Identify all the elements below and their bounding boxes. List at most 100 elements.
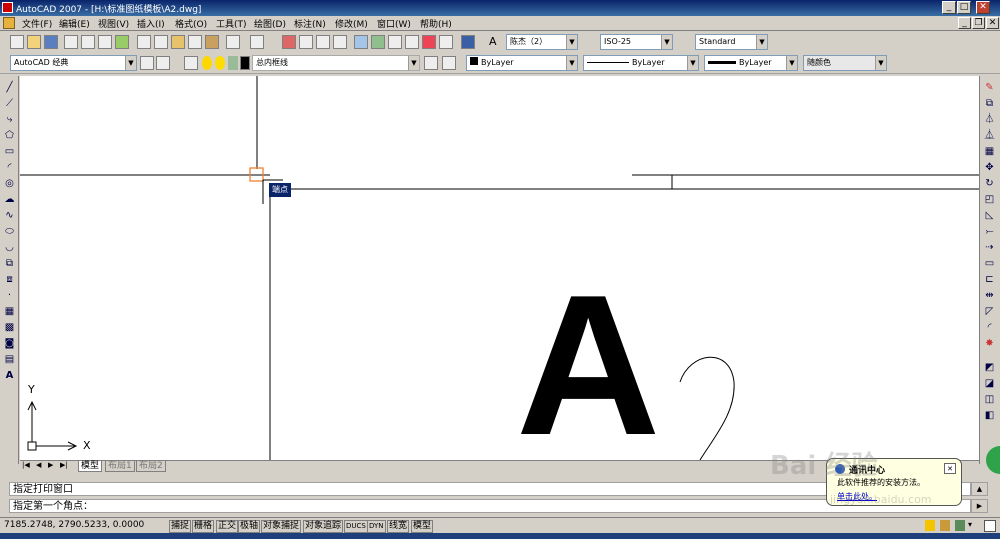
plot-preview-icon[interactable] xyxy=(81,35,95,49)
close-button[interactable]: ✕ xyxy=(976,1,990,14)
menu-insert[interactable]: 插入(I) xyxy=(137,17,165,30)
maximize-button[interactable]: □ xyxy=(957,1,971,14)
layer-previous-icon[interactable] xyxy=(442,56,456,70)
plot-icon[interactable] xyxy=(64,35,78,49)
help-icon[interactable] xyxy=(461,35,475,49)
drawing-canvas[interactable]: 端点 A Y X xyxy=(20,76,979,460)
scale-icon[interactable]: ◰ xyxy=(983,193,996,206)
doc-restore-button[interactable]: ❐ xyxy=(972,17,985,29)
doc-close-button[interactable]: ✕ xyxy=(986,17,999,29)
zoom-window-icon[interactable] xyxy=(316,35,330,49)
ducs-toggle[interactable]: DUCS xyxy=(344,520,368,533)
new-icon[interactable] xyxy=(10,35,24,49)
stretch-icon[interactable]: ◺ xyxy=(983,209,996,222)
table-style-dropdown[interactable]: Standard ▼ xyxy=(695,34,768,50)
make-current-layer-icon[interactable] xyxy=(424,56,438,70)
extend-icon[interactable]: ⇢ xyxy=(983,241,996,254)
menu-view[interactable]: 视图(V) xyxy=(98,17,129,30)
plotstyle-dropdown[interactable]: 随颜色 ▼ xyxy=(803,55,887,71)
document-icon[interactable] xyxy=(3,17,15,29)
otrack-toggle[interactable]: 对象追踪 xyxy=(303,520,344,533)
gradient-icon[interactable]: ▩ xyxy=(3,321,16,334)
status-menu-arrow-icon[interactable]: ▾ xyxy=(968,520,976,531)
match-properties-icon[interactable] xyxy=(188,35,202,49)
insert-block-icon[interactable]: ⧉ xyxy=(3,257,16,270)
text-style-icon[interactable]: A xyxy=(489,35,503,49)
paste-icon[interactable] xyxy=(171,35,185,49)
tab-nav-first[interactable]: |◀ xyxy=(22,461,30,469)
clean-screen-icon[interactable] xyxy=(984,520,996,532)
move-icon[interactable]: ✥ xyxy=(983,161,996,174)
menu-format[interactable]: 格式(O) xyxy=(175,17,207,30)
redo-icon[interactable] xyxy=(250,35,264,49)
menu-tools[interactable]: 工具(T) xyxy=(216,17,247,30)
rotate-icon[interactable]: ↻ xyxy=(983,177,996,190)
cut-icon[interactable] xyxy=(137,35,151,49)
layer-dropdown[interactable]: 总内框线 ▼ xyxy=(252,55,420,71)
multiline-text-icon[interactable]: A xyxy=(3,369,16,382)
trim-icon[interactable]: ⤚ xyxy=(983,225,996,238)
tab-nav-next[interactable]: ▶ xyxy=(48,461,53,469)
polyline-icon[interactable]: ⤷ xyxy=(3,113,16,126)
workspace-dropdown[interactable]: AutoCAD 经典 ▼ xyxy=(10,55,137,71)
explode-icon[interactable]: ✸ xyxy=(983,337,996,350)
doc-minimize-button[interactable]: _ xyxy=(958,17,971,29)
rectangle-icon[interactable]: ▭ xyxy=(3,145,16,158)
menu-file[interactable]: 文件(F) xyxy=(22,17,52,30)
copy-object-icon[interactable]: ⧉ xyxy=(983,97,996,110)
dyn-toggle[interactable]: DYN xyxy=(367,520,386,533)
ellipse-arc-icon[interactable]: ◡ xyxy=(3,241,16,254)
bring-to-front-icon[interactable]: ◪ xyxy=(983,377,996,390)
coordinate-readout[interactable]: 7185.2748, 2790.5233, 0.0000 xyxy=(4,520,144,530)
publish-icon[interactable] xyxy=(98,35,112,49)
line-icon[interactable]: ╱ xyxy=(3,81,16,94)
bring-above-icon[interactable]: ◧ xyxy=(983,409,996,422)
point-icon[interactable]: · xyxy=(3,289,16,302)
menu-dimension[interactable]: 标注(N) xyxy=(294,17,326,30)
snap-toggle[interactable]: 捕捉 xyxy=(169,520,192,533)
ellipse-icon[interactable]: ⬭ xyxy=(3,225,16,238)
comm-center-icon[interactable] xyxy=(925,520,935,531)
chamfer-icon[interactable]: ◸ xyxy=(983,305,996,318)
menu-edit[interactable]: 编辑(E) xyxy=(59,17,90,30)
make-block-icon[interactable]: ⧈ xyxy=(3,273,16,286)
cad-standards-icon[interactable] xyxy=(955,520,965,531)
draw-order-icon[interactable]: ◩ xyxy=(983,361,996,374)
model-toggle[interactable]: 模型 xyxy=(411,520,434,533)
undo-icon[interactable] xyxy=(226,35,240,49)
mirror-icon[interactable]: ⏃ xyxy=(983,113,996,126)
erase-icon[interactable]: ✎ xyxy=(983,81,996,94)
dim-style-icon[interactable] xyxy=(584,35,598,49)
color-dropdown[interactable]: ByLayer ▼ xyxy=(466,55,578,71)
tab-nav-prev[interactable]: ◀ xyxy=(36,461,41,469)
revision-cloud-icon[interactable]: ☁ xyxy=(3,193,16,206)
quickcalc-icon[interactable] xyxy=(439,35,453,49)
linetype-dropdown[interactable]: ByLayer ▼ xyxy=(583,55,699,71)
pan-icon[interactable] xyxy=(282,35,296,49)
sun-icon[interactable] xyxy=(215,56,225,70)
array-icon[interactable]: ▦ xyxy=(983,145,996,158)
join-icon[interactable]: ⇹ xyxy=(983,289,996,302)
tab-layout2[interactable]: 布局2 xyxy=(136,461,166,472)
menu-modify[interactable]: 修改(M) xyxy=(335,17,368,30)
lock-icon[interactable] xyxy=(228,56,238,70)
zoom-previous-icon[interactable] xyxy=(333,35,347,49)
break-icon[interactable]: ⊏ xyxy=(983,273,996,286)
properties-icon[interactable] xyxy=(354,35,368,49)
lineweight-dropdown[interactable]: ByLayer ▼ xyxy=(704,55,798,71)
autocad-app-icon[interactable] xyxy=(2,2,13,13)
dim-style-dropdown[interactable]: ISO-25 ▼ xyxy=(600,34,673,50)
toolbar-lock-icon[interactable] xyxy=(940,520,950,531)
copy-icon[interactable] xyxy=(154,35,168,49)
open-icon[interactable] xyxy=(27,35,41,49)
markup-icon[interactable] xyxy=(422,35,436,49)
send-to-back-icon[interactable]: ◫ xyxy=(983,393,996,406)
3d-dwf-icon[interactable] xyxy=(115,35,129,49)
osnap-toggle[interactable]: 对象捕捉 xyxy=(261,520,302,533)
ortho-toggle[interactable]: 正交 xyxy=(216,520,239,533)
my-workspace-icon[interactable] xyxy=(156,56,170,70)
workspace-settings-icon[interactable] xyxy=(140,56,154,70)
tab-model[interactable]: 模型 xyxy=(78,461,103,472)
offset-icon[interactable]: ⏅ xyxy=(983,129,996,142)
design-center-icon[interactable] xyxy=(371,35,385,49)
